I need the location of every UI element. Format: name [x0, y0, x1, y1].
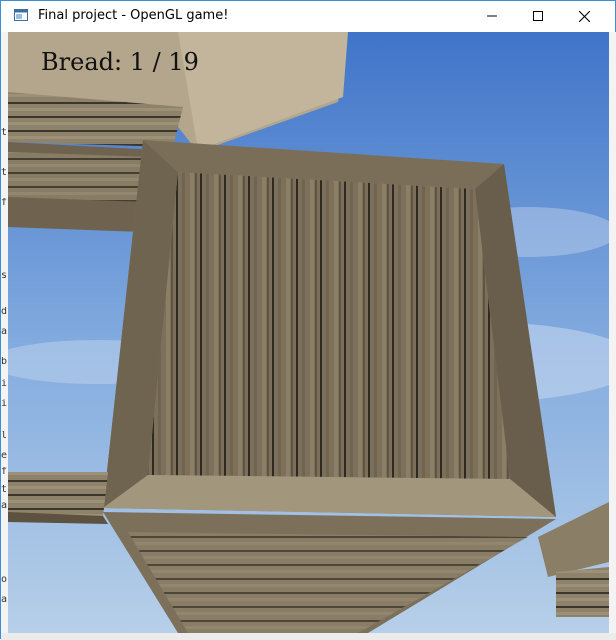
- background-text-char: d: [1, 307, 8, 317]
- background-window-edge-left: ttfsdabiileftaoa: [1, 32, 8, 633]
- game-scene: [8, 32, 609, 633]
- maximize-button[interactable]: [515, 1, 561, 31]
- game-window: Final project - OpenGL game! ttfsdabiile…: [0, 0, 616, 640]
- background-text-char: e: [1, 451, 8, 461]
- bread-counter: Bread: 1 / 19: [41, 48, 199, 76]
- wood-beam-right-lower: [556, 567, 609, 617]
- background-window-edge-right: [609, 32, 616, 633]
- close-button[interactable]: [561, 1, 607, 31]
- background-text-char: i: [1, 379, 8, 389]
- background-text-char: a: [1, 595, 8, 605]
- background-text-char: a: [1, 327, 8, 337]
- game-viewport[interactable]: Bread: 1 / 19: [8, 32, 609, 633]
- background-text-char: t: [1, 128, 8, 138]
- minimize-button[interactable]: [469, 1, 515, 31]
- minimize-icon: [487, 15, 497, 17]
- background-text-char: o: [1, 575, 8, 585]
- wood-beam-lower-left: [8, 472, 108, 517]
- app-icon: [14, 9, 28, 21]
- background-text-char: s: [1, 271, 8, 281]
- maximize-icon: [533, 11, 543, 21]
- background-text-char: f: [1, 467, 8, 477]
- background-text-char: a: [1, 501, 8, 511]
- background-text-char: i: [1, 399, 8, 409]
- background-text-char: t: [1, 168, 8, 178]
- crate-face: [148, 172, 510, 479]
- title-bar[interactable]: Final project - OpenGL game!: [1, 1, 615, 31]
- close-icon: [578, 10, 590, 22]
- background-text-char: t: [1, 485, 8, 495]
- background-text-char: b: [1, 357, 8, 367]
- background-text-char: f: [1, 198, 8, 208]
- wood-beam-left-lower-face: [8, 152, 153, 202]
- background-text-char: l: [1, 431, 8, 441]
- window-title: Final project - OpenGL game!: [38, 8, 229, 23]
